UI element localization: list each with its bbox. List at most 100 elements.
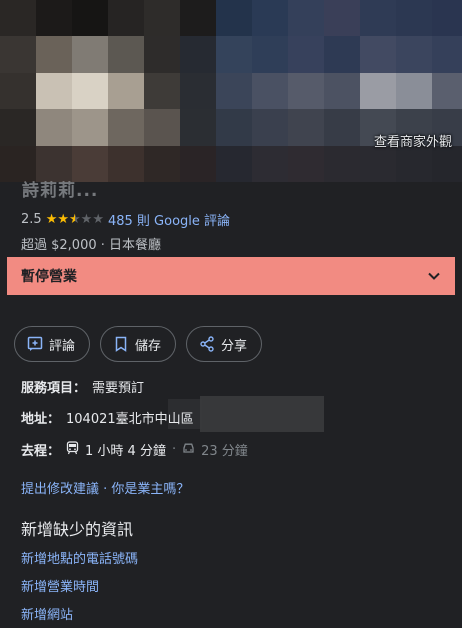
photo-pixel xyxy=(360,36,396,73)
photo-pixel xyxy=(36,0,72,37)
place-title: 詩莉莉... xyxy=(22,181,99,201)
photo-pixel xyxy=(288,0,324,37)
photo-pixel xyxy=(144,36,180,73)
photo-pixel xyxy=(144,0,180,37)
see-outside-button[interactable]: 查看商家外觀 xyxy=(374,131,452,150)
photo-pixel xyxy=(324,72,360,110)
service-row: 服務項目： 需要預訂 xyxy=(21,377,144,396)
chevron-down-icon xyxy=(427,269,441,283)
photo-pixel xyxy=(252,109,288,146)
photo-pixel xyxy=(324,109,360,146)
drive-duration[interactable]: 23 分鐘 xyxy=(201,440,248,459)
suggest-edit-link[interactable]: 提出修改建議 · 你是業主嗎？ xyxy=(21,478,189,497)
photo-pixel xyxy=(72,0,108,37)
photo-pixel xyxy=(396,145,432,182)
star-icon: ★ xyxy=(45,212,58,227)
photo-mosaic xyxy=(0,0,462,182)
photo-pixel xyxy=(108,145,144,182)
reviews-link[interactable]: 485 則 Google 評論 xyxy=(108,210,230,229)
temporarily-closed-banner[interactable]: 暫停營業 xyxy=(7,257,455,295)
photo-pixel xyxy=(72,36,108,73)
photo-pixel xyxy=(252,145,288,182)
photo-pixel xyxy=(252,72,288,110)
review-button[interactable]: 評論 xyxy=(14,326,91,362)
photo-pixel xyxy=(180,36,216,73)
photo-pixel xyxy=(144,145,180,182)
photo-pixel xyxy=(288,109,324,146)
transit-icon xyxy=(66,440,79,459)
add-hours-link[interactable]: 新增營業時間 xyxy=(21,576,99,595)
photo-pixel xyxy=(432,145,462,182)
photo-pixel xyxy=(144,72,180,110)
add-website-link[interactable]: 新增網站 xyxy=(21,604,73,623)
save-button[interactable]: 儲存 xyxy=(100,326,177,362)
place-photo[interactable]: 查看商家外觀 xyxy=(0,0,462,182)
rating-stars: ★ ★ ★ ★ ★ xyxy=(46,213,104,226)
photo-pixel xyxy=(180,145,216,182)
photo-pixel xyxy=(108,0,144,37)
rating-score: 2.5 xyxy=(21,212,42,227)
photo-pixel xyxy=(432,36,462,73)
price-category: 超過 $2,000 · 日本餐廳 xyxy=(21,238,162,253)
photo-pixel xyxy=(108,72,144,110)
photo-pixel xyxy=(432,72,462,110)
photo-pixel xyxy=(288,72,324,110)
photo-pixel xyxy=(108,36,144,73)
add-missing-info-title: 新增缺少的資訊 xyxy=(21,520,134,539)
photo-pixel xyxy=(180,72,216,110)
photo-pixel xyxy=(324,0,360,37)
share-button[interactable]: 分享 xyxy=(186,326,263,362)
address-redaction xyxy=(200,396,324,432)
directions-row: 去程： 1 小時 4 分鐘 · 23 分鐘 xyxy=(21,440,248,459)
review-button-label: 評論 xyxy=(49,338,76,354)
photo-pixel xyxy=(360,0,396,37)
address-key: 地址： xyxy=(21,412,61,427)
service-value: 需要預訂 xyxy=(92,381,145,396)
action-buttons: 評論 儲存 分享 xyxy=(14,326,263,362)
photo-pixel xyxy=(108,109,144,146)
photo-pixel xyxy=(180,109,216,146)
photo-pixel xyxy=(396,36,432,73)
photo-pixel xyxy=(324,36,360,73)
save-button-label: 儲存 xyxy=(135,338,162,354)
address-value[interactable]: 104021臺北市中山區 xyxy=(66,408,194,427)
photo-pixel xyxy=(360,72,396,110)
photo-pixel xyxy=(396,72,432,110)
add-phone-link[interactable]: 新增地點的電話號碼 xyxy=(21,548,138,567)
photo-pixel xyxy=(0,36,36,73)
photo-pixel xyxy=(288,36,324,73)
transit-duration[interactable]: 1 小時 4 分鐘 xyxy=(85,440,166,459)
photo-pixel xyxy=(36,72,72,110)
photo-pixel xyxy=(36,36,72,73)
photo-pixel xyxy=(72,72,108,110)
photo-pixel xyxy=(36,109,72,146)
star-icon: ★ xyxy=(92,212,104,227)
review-icon xyxy=(27,336,43,352)
photo-pixel xyxy=(360,145,396,182)
closed-label: 暫停營業 xyxy=(21,269,77,285)
share-icon xyxy=(199,336,215,352)
photo-pixel xyxy=(0,0,36,37)
star-icon: ★ xyxy=(69,212,81,227)
photo-pixel xyxy=(252,0,288,37)
directions-key: 去程： xyxy=(21,444,61,459)
photo-pixel xyxy=(216,145,252,182)
bookmark-icon xyxy=(113,336,129,352)
photo-pixel xyxy=(288,145,324,182)
car-icon xyxy=(182,442,195,458)
photo-pixel xyxy=(0,109,36,146)
photo-pixel xyxy=(216,0,252,37)
photo-pixel xyxy=(216,109,252,146)
photo-pixel xyxy=(252,36,288,73)
address-row: 地址： 104021臺北市中山區 xyxy=(21,408,194,427)
photo-pixel xyxy=(72,109,108,146)
rating-row: 2.5 ★ ★ ★ ★ ★ 485 則 Google 評論 xyxy=(21,210,230,229)
photo-pixel xyxy=(0,72,36,110)
photo-pixel xyxy=(216,36,252,73)
photo-pixel xyxy=(216,72,252,110)
photo-pixel xyxy=(396,0,432,37)
star-icon: ★ xyxy=(57,212,69,227)
photo-pixel xyxy=(324,145,360,182)
photo-pixel xyxy=(144,109,180,146)
photo-pixel xyxy=(180,0,216,37)
